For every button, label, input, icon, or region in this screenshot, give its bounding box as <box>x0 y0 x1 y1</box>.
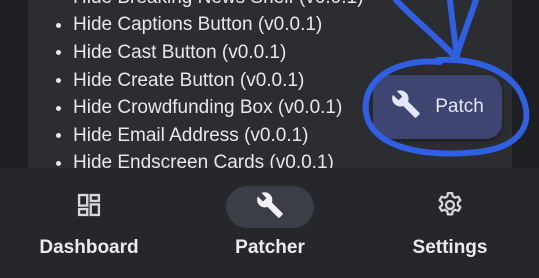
patch-name: Hide Captions Button (v0.0.1) <box>73 14 323 36</box>
patch-name: Hide Breaking News Shelf (v0.0.1) <box>73 0 363 9</box>
wrench-icon <box>256 191 284 224</box>
list-item: Hide Breaking News Shelf (v0.0.1) <box>56 0 363 12</box>
nav-item-patcher[interactable]: Patcher <box>214 168 326 278</box>
list-item: Hide Create Button (v0.0.1) <box>56 67 363 95</box>
dashboard-icon <box>75 191 103 224</box>
dashboard-icon-container <box>45 186 133 228</box>
nav-label-settings: Settings <box>412 237 488 258</box>
patch-button-label: Patch <box>435 96 484 117</box>
list-item: Hide Endscreen Cards (v0.0.1) <box>56 150 363 168</box>
active-indicator-pill <box>226 186 314 228</box>
patch-list: Hide Breaking News Shelf (v0.0.1) Hide C… <box>56 0 363 168</box>
bullet <box>56 160 61 166</box>
bullet <box>56 50 61 56</box>
gear-icon <box>435 190 465 225</box>
list-item: Hide Email Address (v0.0.1) <box>56 122 363 150</box>
settings-icon-container <box>406 186 494 228</box>
list-item: Hide Cast Button (v0.0.1) <box>56 39 363 67</box>
wrench-icon <box>391 89 421 125</box>
nav-item-settings[interactable]: Settings <box>396 168 504 278</box>
bottom-navigation: Dashboard Patcher Settings <box>0 168 539 278</box>
list-item: Hide Crowdfunding Box (v0.0.1) <box>56 94 363 122</box>
list-item: Hide Captions Button (v0.0.1) <box>56 12 363 40</box>
patch-name: Hide Crowdfunding Box (v0.0.1) <box>73 97 343 119</box>
patch-name: Hide Cast Button (v0.0.1) <box>73 41 287 63</box>
patch-name: Hide Create Button (v0.0.1) <box>73 69 305 91</box>
nav-item-dashboard[interactable]: Dashboard <box>34 168 144 278</box>
nav-label-dashboard: Dashboard <box>39 237 139 258</box>
patch-name: Hide Endscreen Cards (v0.0.1) <box>73 152 334 168</box>
bullet <box>56 133 61 139</box>
bullet <box>56 22 61 28</box>
patch-name: Hide Email Address (v0.0.1) <box>73 124 309 146</box>
patch-button[interactable]: Patch <box>373 75 502 139</box>
bullet <box>56 78 61 84</box>
nav-label-patcher: Patcher <box>235 237 305 258</box>
patcher-screen: Hide Breaking News Shelf (v0.0.1) Hide C… <box>0 0 539 278</box>
bullet <box>56 105 61 111</box>
